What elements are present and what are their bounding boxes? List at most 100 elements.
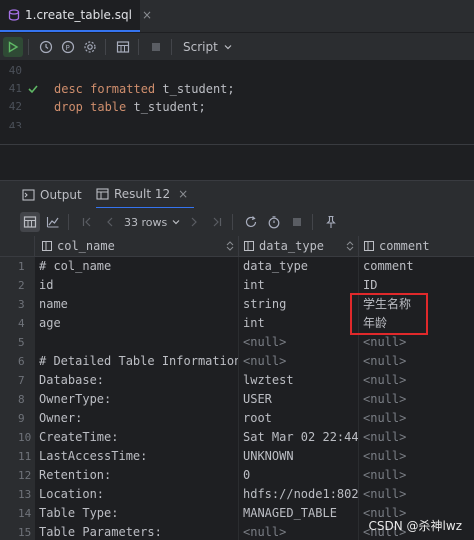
prev-page-button[interactable] (100, 212, 120, 232)
chevron-down-icon[interactable] (171, 217, 181, 227)
table-cell[interactable]: UNKNOWN (238, 447, 358, 466)
table-cell[interactable]: <null> (358, 447, 474, 466)
table-cell[interactable]: MANAGED_TABLE (238, 504, 358, 523)
table-cell[interactable]: lwztest (238, 371, 358, 390)
close-tab-icon[interactable]: × (142, 8, 152, 22)
stop-query-button[interactable] (287, 212, 307, 232)
chevron-left-icon (107, 217, 113, 227)
divider (28, 38, 29, 55)
table-cell[interactable]: Retention: (34, 466, 238, 485)
line-number: 40 (8, 64, 22, 77)
table-cell[interactable]: OwnerType: (34, 390, 238, 409)
table-cell[interactable]: root (238, 409, 358, 428)
table-row[interactable]: 9 Owner: root <null> (0, 409, 474, 428)
table-cell[interactable]: <null> (358, 485, 474, 504)
table-cell[interactable]: <null> (358, 333, 474, 352)
table-row[interactable]: 6 # Detailed Table Information <null> <null… (0, 352, 474, 371)
explain-plan-button[interactable]: P (58, 37, 78, 57)
table-cell[interactable]: LastAccessTime: (34, 447, 238, 466)
grid-icon (23, 216, 37, 228)
keyword: drop table (54, 100, 127, 114)
sort-icon (346, 241, 354, 251)
row-number: 7 (0, 371, 34, 390)
divider (105, 38, 106, 55)
table-cell[interactable]: <null> (238, 333, 358, 352)
table-cell[interactable]: id (34, 276, 238, 295)
tab-output[interactable]: Output (22, 181, 82, 209)
settings-button[interactable] (80, 37, 100, 57)
table-cell[interactable]: age (34, 314, 238, 333)
column-header-data-type[interactable]: data_type (238, 236, 358, 256)
file-tab-create-table[interactable]: 1.create_table.sql × (0, 0, 152, 32)
table-cell[interactable]: name (34, 295, 238, 314)
table-cell[interactable]: Location: (34, 485, 238, 504)
stop-icon (152, 42, 160, 51)
column-icon (244, 241, 254, 251)
column-header-label: data_type (259, 239, 325, 253)
table-cell[interactable]: # col_name (34, 257, 238, 276)
table-row[interactable]: 7 Database: lwztest <null> (0, 371, 474, 390)
table-cell[interactable]: string (238, 295, 358, 314)
table-cell[interactable]: # Detailed Table Information (34, 352, 238, 371)
editor-divider (0, 144, 474, 145)
table-cell[interactable]: <null> (358, 352, 474, 371)
pin-tab-button[interactable] (321, 212, 341, 232)
table-mode-button[interactable] (20, 212, 40, 232)
table-row[interactable]: 13 Location: hdfs://node1:802… <null> (0, 485, 474, 504)
row-number: 14 (0, 504, 34, 523)
table-cell[interactable]: <null> (358, 409, 474, 428)
table-cell[interactable]: <null> (358, 428, 474, 447)
table-row[interactable]: 11 LastAccessTime: UNKNOWN <null> (0, 447, 474, 466)
table-cell[interactable]: Table Parameters: (34, 523, 238, 540)
table-cell[interactable]: Owner: (34, 409, 238, 428)
table-cell[interactable]: <null> (358, 466, 474, 485)
table-cell[interactable]: Table Type: (34, 504, 238, 523)
table-cell[interactable] (34, 333, 238, 352)
table-cell[interactable]: <null> (358, 371, 474, 390)
script-dropdown[interactable]: Script (183, 40, 233, 54)
table-view-button[interactable] (113, 37, 133, 57)
timer-button[interactable] (264, 212, 284, 232)
run-button[interactable] (3, 36, 23, 57)
table-cell[interactable]: Database: (34, 371, 238, 390)
column-header-comment[interactable]: comment (358, 236, 474, 256)
last-page-button[interactable] (207, 212, 227, 232)
table-row[interactable]: 12 Retention: 0 <null> (0, 466, 474, 485)
divider (68, 214, 69, 230)
history-button[interactable] (36, 37, 56, 57)
chart-mode-button[interactable] (43, 212, 63, 232)
table-row[interactable]: 10 CreateTime: Sat Mar 02 22:44… <null> (0, 428, 474, 447)
table-cell[interactable]: data_type (238, 257, 358, 276)
divider (312, 214, 314, 230)
table-row[interactable]: 5 <null> <null> (0, 333, 474, 352)
editor-line: 42 drop table t_student; (0, 98, 474, 116)
tab-result-12[interactable]: Result 12 × (96, 181, 195, 209)
grid-icon (116, 40, 130, 53)
table-cell[interactable]: int (238, 276, 358, 295)
table-cell[interactable]: CreateTime: (34, 428, 238, 447)
next-page-button[interactable] (184, 212, 204, 232)
table-cell[interactable]: comment (358, 257, 474, 276)
first-page-button[interactable] (77, 212, 97, 232)
table-cell[interactable]: <null> (238, 523, 358, 540)
row-number: 12 (0, 466, 34, 485)
column-header-label: comment (379, 239, 430, 253)
table-row[interactable]: 8 OwnerType: USER <null> (0, 390, 474, 409)
stop-button[interactable] (146, 37, 166, 57)
table-cell[interactable]: 0 (238, 466, 358, 485)
column-header-col-name[interactable]: col_name (34, 236, 238, 256)
row-number: 3 (0, 295, 34, 314)
row-count[interactable]: 33 rows (124, 216, 167, 229)
close-tab-icon[interactable]: × (178, 187, 188, 201)
table-cell[interactable]: <null> (358, 390, 474, 409)
table-cell[interactable]: USER (238, 390, 358, 409)
results-tab-bar: Output Result 12 × (0, 180, 474, 209)
table-row[interactable]: 1 # col_name data_type comment (0, 257, 474, 276)
sql-editor[interactable]: 40 41 desc formatted t_student; 42 drop … (0, 60, 474, 128)
table-cell[interactable]: <null> (238, 352, 358, 371)
reload-button[interactable] (241, 212, 261, 232)
table-cell[interactable]: hdfs://node1:802… (238, 485, 358, 504)
row-number: 4 (0, 314, 34, 333)
table-cell[interactable]: Sat Mar 02 22:44… (238, 428, 358, 447)
table-cell[interactable]: int (238, 314, 358, 333)
